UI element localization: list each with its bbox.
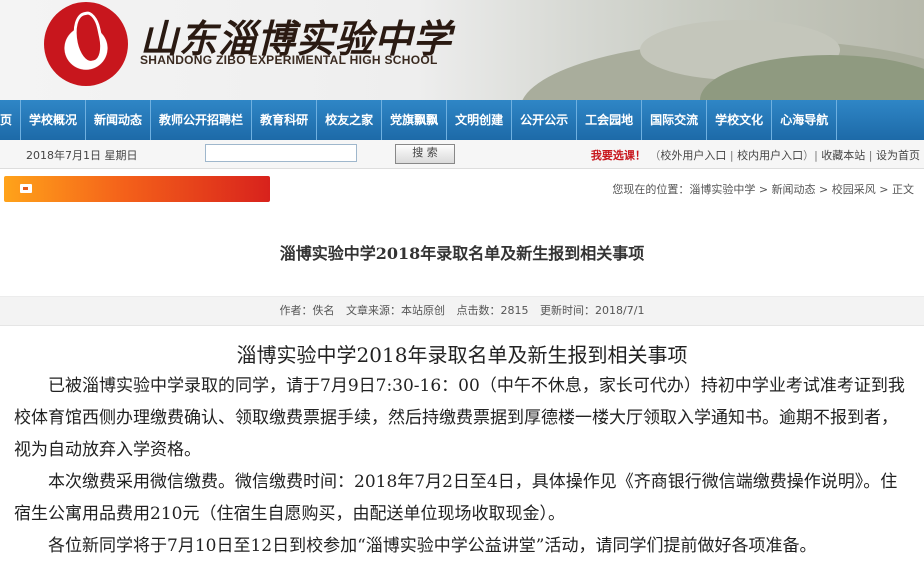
breadcrumb: 您现在的位置：淄博实验中学 > 新闻动态 > 校园采风 > 正文 (612, 183, 914, 196)
section-title-bar (4, 176, 270, 202)
current-date: 2018年7月1日 星期日 (26, 149, 138, 162)
breadcrumb-news[interactable]: 新闻动态 (772, 183, 816, 196)
course-selection-link[interactable]: 我要选课 (591, 149, 635, 162)
breadcrumb-current: 正文 (892, 183, 914, 196)
set-homepage-link[interactable]: 设为首页 (876, 149, 920, 162)
meta-author: 作者：佚名 (279, 304, 335, 317)
nav-item-party[interactable]: 党旗飘飘 (382, 100, 448, 140)
folder-icon (20, 184, 32, 193)
site-banner: 山东淄博实验中学 SHANDONG ZIBO EXPERIMENTAL HIGH… (0, 0, 924, 100)
breadcrumb-label: 您现在的位置： (612, 183, 690, 196)
nav-item-union[interactable]: 工会园地 (577, 100, 643, 140)
nav-item-publicity[interactable]: 公开公示 (512, 100, 578, 140)
article-paragraph: 各位新同学将于7月10日至12日到校参加“淄博实验中学公益讲堂”活动，请同学们提… (48, 536, 817, 556)
exclaim-mark: ！ (634, 149, 646, 162)
article-body: 淄博实验中学2018年录取名单及新生报到相关事项 已被淄博实验中学录取的同学，请… (0, 340, 924, 562)
bookmark-link[interactable]: 收藏本站 (821, 149, 865, 162)
breadcrumb-campus[interactable]: 校园采风 (832, 183, 876, 196)
nav-item-recruitment[interactable]: 教师公开招聘栏 (151, 100, 253, 140)
location-bar: 您现在的位置：淄博实验中学 > 新闻动态 > 校园采风 > 正文 (0, 170, 924, 206)
nav-item-home[interactable]: 页 (0, 100, 22, 140)
nav-item-news[interactable]: 新闻动态 (86, 100, 152, 140)
meta-hits: 点击数：2815 (456, 304, 529, 317)
nav-item-research[interactable]: 教育科研 (252, 100, 318, 140)
article-heading: 淄博实验中学2018年录取名单及新生报到相关事项 (236, 343, 688, 367)
nav-item-psychology[interactable]: 心海导航 (772, 100, 838, 140)
nav-item-overview[interactable]: 学校概况 (21, 100, 87, 140)
breadcrumb-home[interactable]: 淄博实验中学 (689, 183, 755, 196)
article-paragraph: 本次缴费采用微信缴费。微信缴费时间：2018年7月2日至4日，具体操作见《齐商银… (14, 472, 898, 524)
nav-item-international[interactable]: 国际交流 (642, 100, 708, 140)
nav-item-civilization[interactable]: 文明创建 (447, 100, 513, 140)
meta-source: 文章来源：本站原创 (346, 304, 446, 317)
external-user-link[interactable]: 校外用户入口 (660, 149, 726, 162)
internal-user-link[interactable]: 校内用户入口 (737, 149, 803, 162)
school-logo[interactable] (44, 2, 128, 86)
nav-item-culture[interactable]: 学校文化 (707, 100, 773, 140)
nav-item-alumni[interactable]: 校友之家 (317, 100, 383, 140)
search-button[interactable]: 搜 索 (395, 144, 455, 164)
utility-links: 我要选课！ （校外用户入口 | 校内用户入口）| 收藏本站 | 设为首页 (590, 149, 920, 162)
main-nav: 页 学校概况 新闻动态 教师公开招聘栏 教育科研 校友之家 党旗飘飘 文明创建 … (0, 100, 924, 140)
article-paragraph: 已被淄博实验中学录取的同学，请于7月9日7:30-16：00（中午不休息，家长可… (14, 376, 905, 460)
search-input[interactable] (205, 144, 357, 162)
article-meta: 作者：佚名 文章来源：本站原创 点击数：2815 更新时间：2018/7/1 (0, 296, 924, 326)
utility-bar: 2018年7月1日 星期日 搜 索 我要选课！ （校外用户入口 | 校内用户入口… (0, 140, 924, 169)
article-title: 淄博实验中学2018年录取名单及新生报到相关事项 (279, 244, 645, 263)
meta-updated: 更新时间：2018/7/1 (540, 304, 645, 317)
school-name-en: SHANDONG ZIBO EXPERIMENTAL HIGH SCHOOL (140, 53, 438, 67)
